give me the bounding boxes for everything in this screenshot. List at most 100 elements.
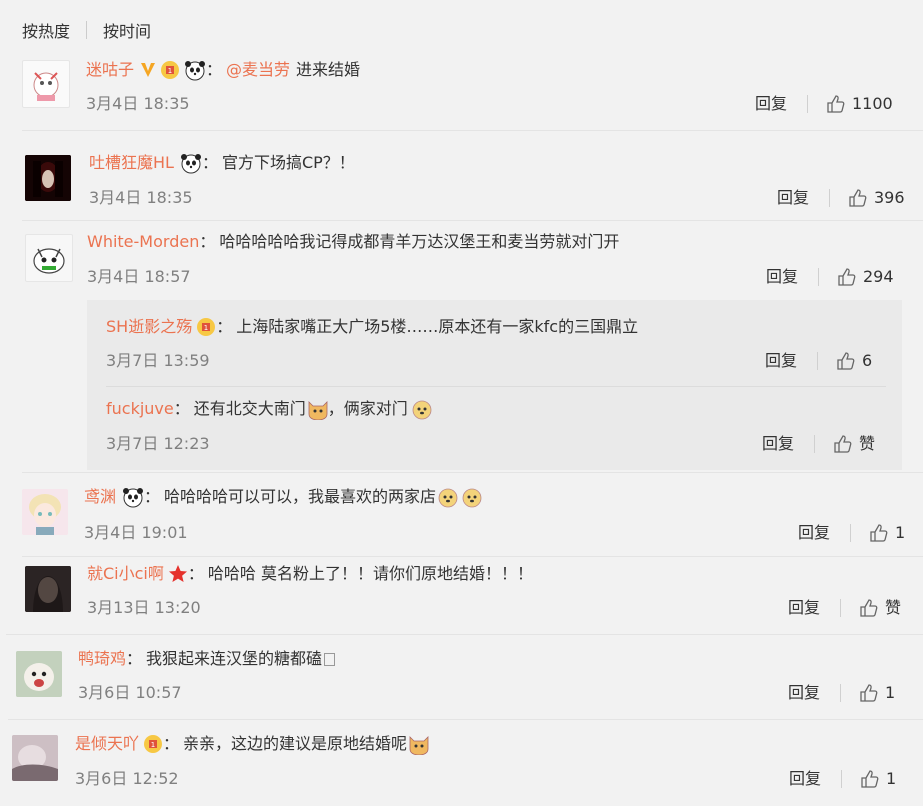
svg-text:1: 1	[151, 741, 155, 749]
avatar[interactable]	[22, 60, 70, 108]
member-badge-icon: 1	[143, 734, 163, 754]
action-divider	[829, 189, 830, 207]
colon: ：	[216, 317, 233, 336]
dog-face-emoji-icon	[410, 398, 432, 420]
like-button[interactable]: 赞	[859, 597, 901, 619]
like-button[interactable]: 1	[860, 768, 896, 790]
action-divider	[840, 684, 841, 702]
reply-button[interactable]: 回复	[755, 93, 787, 115]
reply-button[interactable]: 回复	[777, 187, 809, 209]
colon: ：	[199, 232, 216, 251]
comment-text: 哈哈哈哈哈我记得成都青羊万达汉堡王和麦当劳就对门开	[219, 232, 620, 251]
divider	[6, 634, 923, 635]
comment-text: 还有北交大南门	[193, 399, 306, 418]
reply-button[interactable]: 回复	[798, 522, 830, 544]
thumbs-up-icon	[860, 599, 878, 617]
timestamp: 3月7日 13:59	[106, 351, 210, 370]
panda-emoji-icon	[180, 152, 202, 174]
username[interactable]: 吐槽狂魔HL	[89, 152, 174, 174]
svg-text:1: 1	[168, 67, 172, 75]
colon: ：	[187, 564, 204, 583]
like-count: 1	[886, 769, 897, 788]
avatar[interactable]	[25, 566, 71, 612]
comment-line: 是倾天吖 1 ： 亲亲，这边的建议是原地结婚呢	[75, 733, 429, 756]
like-button[interactable]: 6	[836, 350, 872, 372]
member-badge-icon: 1	[160, 60, 180, 80]
timestamp: 3月6日 10:57	[78, 683, 182, 702]
thumbs-up-icon	[861, 770, 879, 788]
sort-tabs: 按热度 按时间	[22, 16, 151, 44]
tab-by-time[interactable]: 按时间	[103, 18, 151, 42]
comment-text: 哈哈哈 莫名粉上了！！请你们原地结婚！！！	[207, 564, 533, 583]
like-button[interactable]: 1	[859, 682, 895, 704]
avatar[interactable]	[25, 234, 73, 282]
like-button[interactable]: 396	[848, 187, 905, 209]
like-button[interactable]: 294	[837, 266, 894, 288]
reply-button[interactable]: 回复	[788, 597, 820, 619]
comment-text: 哈哈哈哈可以可以，我最喜欢的两家店	[164, 487, 437, 506]
divider	[22, 556, 923, 557]
avatar[interactable]	[25, 155, 71, 201]
divider	[22, 472, 923, 473]
username[interactable]: 迷咕子	[86, 59, 134, 81]
dog-face-emoji-icon	[436, 486, 458, 508]
username[interactable]: fuckjuve	[106, 398, 174, 420]
like-button[interactable]: 1100	[826, 93, 893, 115]
action-divider	[850, 524, 851, 542]
username[interactable]: White-Morden	[87, 231, 199, 253]
username[interactable]: 鸭琦鸡	[78, 648, 126, 670]
comment-text: 上海陆家嘴正大广场5楼……原本还有一家kfc的三国鼎立	[236, 317, 639, 336]
thumbs-up-icon	[834, 435, 852, 453]
like-button[interactable]: 1	[869, 522, 905, 544]
mention-link[interactable]: @麦当劳	[226, 59, 290, 81]
colon: ：	[144, 487, 161, 506]
comment-line: 鸭琦鸡 ： 我狠起来连汉堡的糖都磕	[78, 648, 336, 670]
comment-text: 我狠起来连汉堡的糖都磕	[146, 649, 323, 668]
tab-by-hot[interactable]: 按热度	[22, 18, 70, 42]
action-divider	[841, 770, 842, 788]
tab-divider	[86, 21, 88, 39]
username[interactable]: SH逝影之殇	[106, 316, 192, 338]
verified-v-icon	[140, 61, 156, 79]
timestamp: 3月4日 18:35	[89, 188, 193, 207]
username[interactable]: 就Ci小ci啊	[87, 563, 164, 585]
like-count: 6	[862, 351, 873, 370]
timestamp: 3月4日 18:57	[87, 267, 191, 286]
timestamp: 3月4日 18:35	[86, 94, 190, 113]
comment-text: 官方下场搞CP？！	[221, 153, 355, 172]
colon: ：	[201, 153, 218, 172]
reply-button[interactable]: 回复	[789, 768, 821, 790]
comment-line: 鸢渊 ： 哈哈哈哈可以可以，我最喜欢的两家店	[84, 486, 482, 508]
thumbs-up-icon	[827, 95, 845, 113]
timestamp: 3月4日 19:01	[84, 523, 188, 542]
star-icon	[168, 564, 188, 584]
like-count: 396	[874, 188, 905, 207]
divider	[8, 719, 923, 720]
timestamp: 3月7日 12:23	[106, 434, 210, 453]
thumbs-up-icon	[849, 189, 867, 207]
username[interactable]: 是倾天吖	[75, 733, 139, 755]
like-count: 1	[885, 683, 896, 702]
missing-glyph-icon	[324, 652, 336, 666]
avatar[interactable]	[12, 735, 58, 781]
timestamp: 3月6日 12:52	[75, 769, 179, 788]
action-divider	[818, 268, 819, 286]
avatar[interactable]	[16, 651, 62, 697]
dog-face-emoji-icon	[460, 486, 482, 508]
reply-button[interactable]: 回复	[788, 682, 820, 704]
panda-emoji-icon	[184, 59, 206, 81]
action-divider	[840, 599, 841, 617]
member-badge-icon: 1	[196, 317, 216, 337]
reply-button[interactable]: 回复	[766, 266, 798, 288]
like-count: 1100	[852, 94, 893, 113]
username[interactable]: 鸢渊	[84, 486, 116, 508]
like-button[interactable]: 赞	[833, 433, 875, 455]
avatar[interactable]	[22, 489, 68, 535]
reply-button[interactable]: 回复	[765, 350, 797, 372]
comment-line: 迷咕子 1 ： @麦当劳 进来结婚	[86, 59, 360, 81]
reply-button[interactable]: 回复	[762, 433, 794, 455]
thumbs-up-icon	[860, 684, 878, 702]
action-divider	[807, 95, 808, 113]
comment-line: 就Ci小ci啊 ： 哈哈哈 莫名粉上了！！请你们原地结婚！！！	[87, 563, 533, 585]
comment-line: White-Morden ： 哈哈哈哈哈我记得成都青羊万达汉堡王和麦当劳就对门开	[87, 231, 619, 253]
